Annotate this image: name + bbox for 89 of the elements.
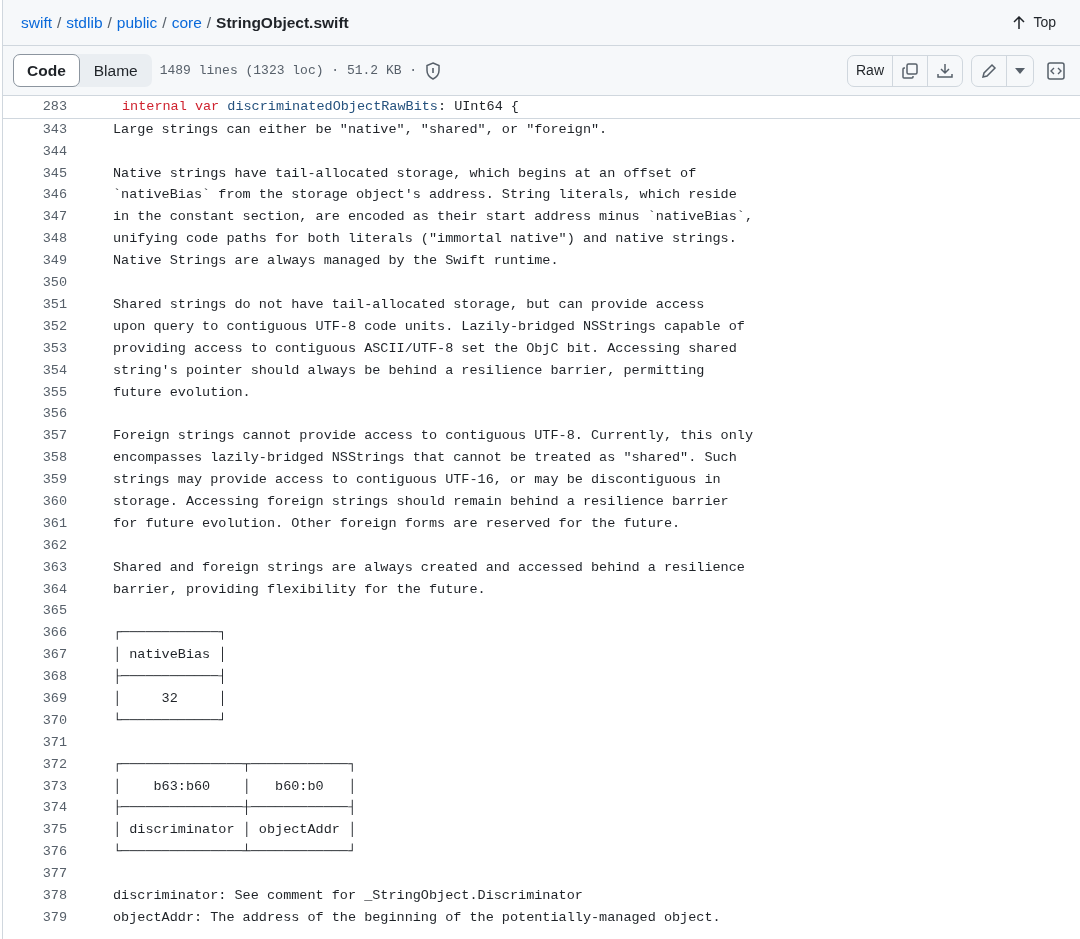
line-number: 360: [41, 492, 67, 511]
line-number: 377: [41, 865, 67, 884]
code-line: discriminator: See comment for _StringObject.Discriminator: [112, 887, 583, 905]
file-info: 1489 lines (1323 loc) · 51.2 KB ·: [159, 61, 418, 80]
line-number: 283: [41, 97, 67, 116]
line-number: 364: [41, 580, 67, 599]
line-number: 367: [41, 646, 67, 665]
code-line: ├────────────┤: [112, 667, 227, 687]
code-line: in the constant section, are encoded as their start address minus `nativeBias`,: [112, 208, 753, 227]
line-number: 379: [41, 908, 67, 927]
code-line: ┌────────────┐: [112, 624, 227, 643]
line-number: 352: [41, 317, 67, 336]
path-separator: /: [206, 12, 212, 33]
line-number: 355: [41, 383, 67, 402]
line-number: 350: [41, 274, 67, 293]
code-panel-icon: [1046, 61, 1066, 82]
line-number: 371: [41, 733, 67, 752]
line-number: 357: [41, 427, 67, 446]
caret-icon: [1015, 67, 1025, 74]
top-link[interactable]: Top: [1007, 11, 1062, 34]
line-number: 366: [41, 624, 67, 643]
line-number: 372: [41, 755, 67, 774]
code-line: │ b63:b60 │ b60:b0 │: [112, 777, 357, 796]
code-line: encompasses lazily-bridged NSStrings that cannot be treated as "shared". Such: [112, 449, 737, 468]
shield-icon: [425, 61, 442, 80]
code-line: └────────────┘: [112, 711, 227, 730]
line-number: 365: [41, 602, 67, 621]
path-separator: /: [57, 12, 62, 33]
line-number: 375: [41, 821, 67, 840]
code-line: ┌───────────────┬────────────┐: [112, 755, 357, 774]
breadcrumb-link[interactable]: core: [171, 10, 202, 35]
view-tab[interactable]: Code: [13, 53, 80, 88]
line-number: 361: [41, 514, 67, 533]
line-number: 348: [41, 230, 67, 249]
code-line: Native strings have tail-allocated storage, which begins at an offset of: [112, 164, 697, 183]
line-number: 368: [41, 668, 67, 687]
pencil-icon: [980, 61, 998, 80]
line-number: 356: [41, 405, 67, 424]
code-line: string's pointer should always be behind a resilience barrier, permitting: [112, 361, 705, 380]
code-line: Shared and foreign strings are always created and accessed behind a resilience: [112, 558, 745, 577]
line-number: 378: [41, 887, 67, 905]
line-number: 370: [41, 711, 67, 730]
line-number: 359: [41, 471, 67, 490]
path-separator: /: [162, 12, 167, 33]
path-separator: /: [107, 12, 112, 33]
code-line: strings may provide access to contiguous UTF-16, or may be discontiguous in: [112, 471, 721, 490]
code-line: └───────────────┴────────────┘: [112, 842, 357, 862]
code-line: ├───────────────┼────────────┤: [112, 798, 357, 818]
code-line: internal var discriminatedObjectRawBits: UInt64 {: [121, 97, 519, 116]
line-number: 351: [41, 295, 67, 314]
line-number: 346: [41, 186, 67, 205]
line-number: 347: [41, 208, 67, 227]
line-number: 374: [41, 799, 67, 818]
code-line: providing access to contiguous ASCII/UTF-8 set the ObjC bit. Accessing shared: [112, 339, 737, 358]
up-arrow-icon: [1013, 15, 1026, 30]
code-line: future evolution.: [112, 383, 251, 402]
line-number: 353: [41, 339, 67, 358]
download-icon: [936, 61, 954, 80]
line-number: 363: [41, 558, 67, 577]
code-line: unifying code paths for both literals ("immortal native") and native strings.: [112, 230, 737, 249]
code-line: │ 32 │: [112, 689, 227, 708]
code-line: Native Strings are always managed by the Swift runtime.: [112, 252, 559, 271]
code-line: for future evolution. Other foreign forms are reserved for the future.: [112, 514, 681, 533]
line-number: 349: [41, 252, 67, 271]
view-tab[interactable]: Blame: [79, 53, 152, 88]
line-number: 345: [41, 164, 67, 183]
line-number: 358: [41, 449, 67, 468]
breadcrumb-link[interactable]: public: [116, 10, 158, 35]
code-line: Foreign strings cannot provide access to contiguous UTF-8. Currently, this only: [112, 427, 753, 446]
code-line: barrier, providing flexibility for the future.: [112, 580, 486, 599]
line-number: 373: [41, 777, 67, 796]
code-line: storage. Accessing foreign strings should remain behind a resilience barrier: [112, 492, 729, 511]
line-number: 362: [41, 536, 67, 555]
line-number: 343: [41, 120, 67, 139]
line-number: 354: [41, 361, 67, 380]
breadcrumb-link[interactable]: swift: [21, 10, 52, 35]
code-line: │ discriminator │ objectAddr │: [112, 820, 357, 840]
copy-icon: [901, 61, 919, 80]
code-line: Large strings can either be "native", "shared", or "foreign".: [112, 120, 608, 139]
code-line: Shared strings do not have tail-allocated storage, but can provide access: [112, 295, 705, 314]
code-line: objectAddr: The address of the beginning of the potentially-managed object.: [112, 908, 721, 927]
code-line: │ nativeBias │: [112, 645, 227, 665]
line-number: 376: [41, 843, 67, 862]
code-line: `nativeBias` from the storage object's address. String literals, which reside: [112, 186, 737, 205]
code-line: upon query to contiguous UTF-8 code units. Lazily-bridged NSStrings capable of: [112, 317, 745, 336]
line-number: 344: [41, 142, 67, 161]
line-number: 369: [41, 689, 67, 708]
file-name: StringObject.swift: [216, 12, 349, 33]
breadcrumb-link[interactable]: stdlib: [66, 10, 103, 35]
